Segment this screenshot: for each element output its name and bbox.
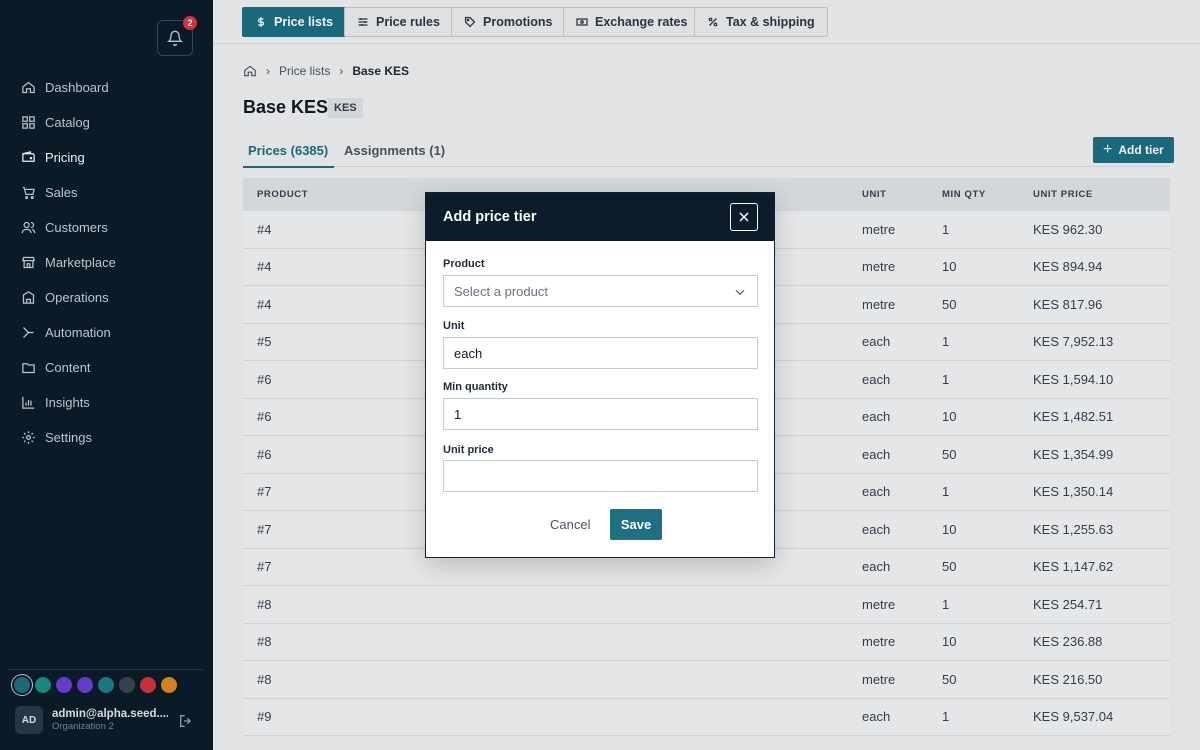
save-button[interactable]: Save bbox=[610, 509, 662, 540]
min-quantity-label: Min quantity bbox=[443, 381, 508, 393]
cancel-button[interactable]: Cancel bbox=[550, 517, 590, 532]
chevron-down-icon bbox=[735, 289, 745, 296]
min-quantity-field[interactable]: 1 bbox=[443, 398, 758, 430]
unit-field[interactable]: each bbox=[443, 337, 758, 369]
product-select-value: Select a product bbox=[454, 283, 548, 299]
product-select[interactable]: Select a product bbox=[443, 275, 758, 307]
dialog-title: Add price tier bbox=[443, 209, 537, 225]
unit-label: Unit bbox=[443, 320, 465, 332]
unit-field-value: each bbox=[454, 345, 483, 361]
close-icon bbox=[739, 212, 749, 222]
unit-price-label: Unit price bbox=[443, 444, 494, 456]
close-button[interactable] bbox=[730, 203, 758, 231]
add-price-tier-dialog: Add price tier Product Select a product … bbox=[425, 192, 775, 558]
unit-price-field[interactable] bbox=[443, 460, 758, 492]
min-quantity-value: 1 bbox=[454, 406, 462, 422]
product-label: Product bbox=[443, 258, 485, 270]
dialog-header: Add price tier bbox=[426, 193, 774, 241]
